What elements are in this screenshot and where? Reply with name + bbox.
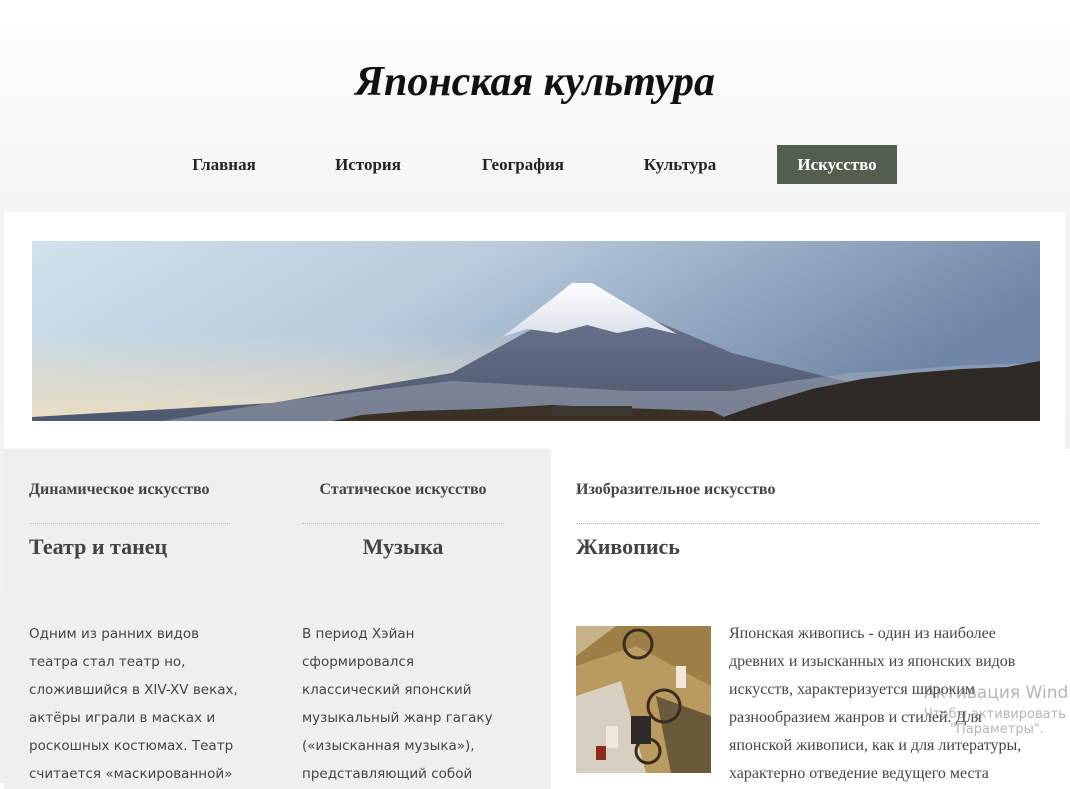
column-2-heading: Музыка: [362, 534, 444, 559]
text-line: музыкальный жанр гагаку: [302, 710, 493, 726]
banner-container: [4, 212, 1065, 449]
nav-item-home[interactable]: Главная: [176, 145, 272, 184]
watermark-line-2: Чтобы активировать: [924, 707, 1066, 722]
nav-item-history[interactable]: История: [318, 145, 418, 184]
watermark-line-3: "Параметры".: [950, 722, 1044, 737]
text-line: классический японский: [302, 682, 472, 698]
text-line: сформировался: [302, 654, 414, 670]
text-line: Одним из ранних видов: [29, 626, 200, 642]
text-line: театра стал театр но,: [29, 654, 186, 670]
column-2-divider: [302, 523, 504, 524]
text-line: роскошных костюмах. Театр: [29, 738, 234, 754]
text-line: представляющий собой: [302, 766, 473, 782]
column-3-heading: Живопись: [576, 534, 680, 559]
text-line: («изысканная музыка»),: [302, 738, 475, 754]
text-line: характерно отведение ведущего места: [729, 765, 989, 782]
site-title: Японская культура: [355, 59, 715, 105]
column-1-divider: [29, 523, 230, 524]
column-2-category: Статическое искусство: [319, 481, 487, 498]
painting-image: [576, 626, 711, 773]
text-line: считается «маскированной»: [29, 766, 233, 782]
nav-item-culture[interactable]: Культура: [627, 145, 733, 184]
text-line: Японская живопись - один из наиболее: [729, 625, 996, 642]
text-line: В период Хэйан: [302, 626, 415, 642]
column-1-heading: Театр и танец: [29, 534, 168, 559]
text-line: древних и изысканных из японских видов: [729, 653, 1016, 670]
column-3-category: Изобразительное искусство: [576, 481, 776, 498]
column-1-category: Динамическое искусство: [29, 481, 210, 498]
nav-item-art[interactable]: Искусство: [777, 145, 897, 184]
column-1-text: Одним из ранних видов театра стал театр …: [29, 620, 238, 788]
nav-item-geography[interactable]: География: [466, 145, 580, 184]
windows-activation-watermark: Активация Wind Чтобы активировать "Парам…: [924, 683, 1068, 737]
text-line: сложившийся в XIV-XV веках,: [29, 682, 238, 698]
column-2-text: В период Хэйан сформировался классически…: [302, 620, 493, 788]
mount-fuji-banner: [32, 241, 1040, 421]
text-line: актёры играли в масках и: [29, 710, 216, 726]
column-3-divider: [576, 523, 1040, 524]
watermark-line-1: Активация Wind: [924, 683, 1069, 703]
main-nav: Главная История География Культура Искус…: [0, 145, 1070, 185]
